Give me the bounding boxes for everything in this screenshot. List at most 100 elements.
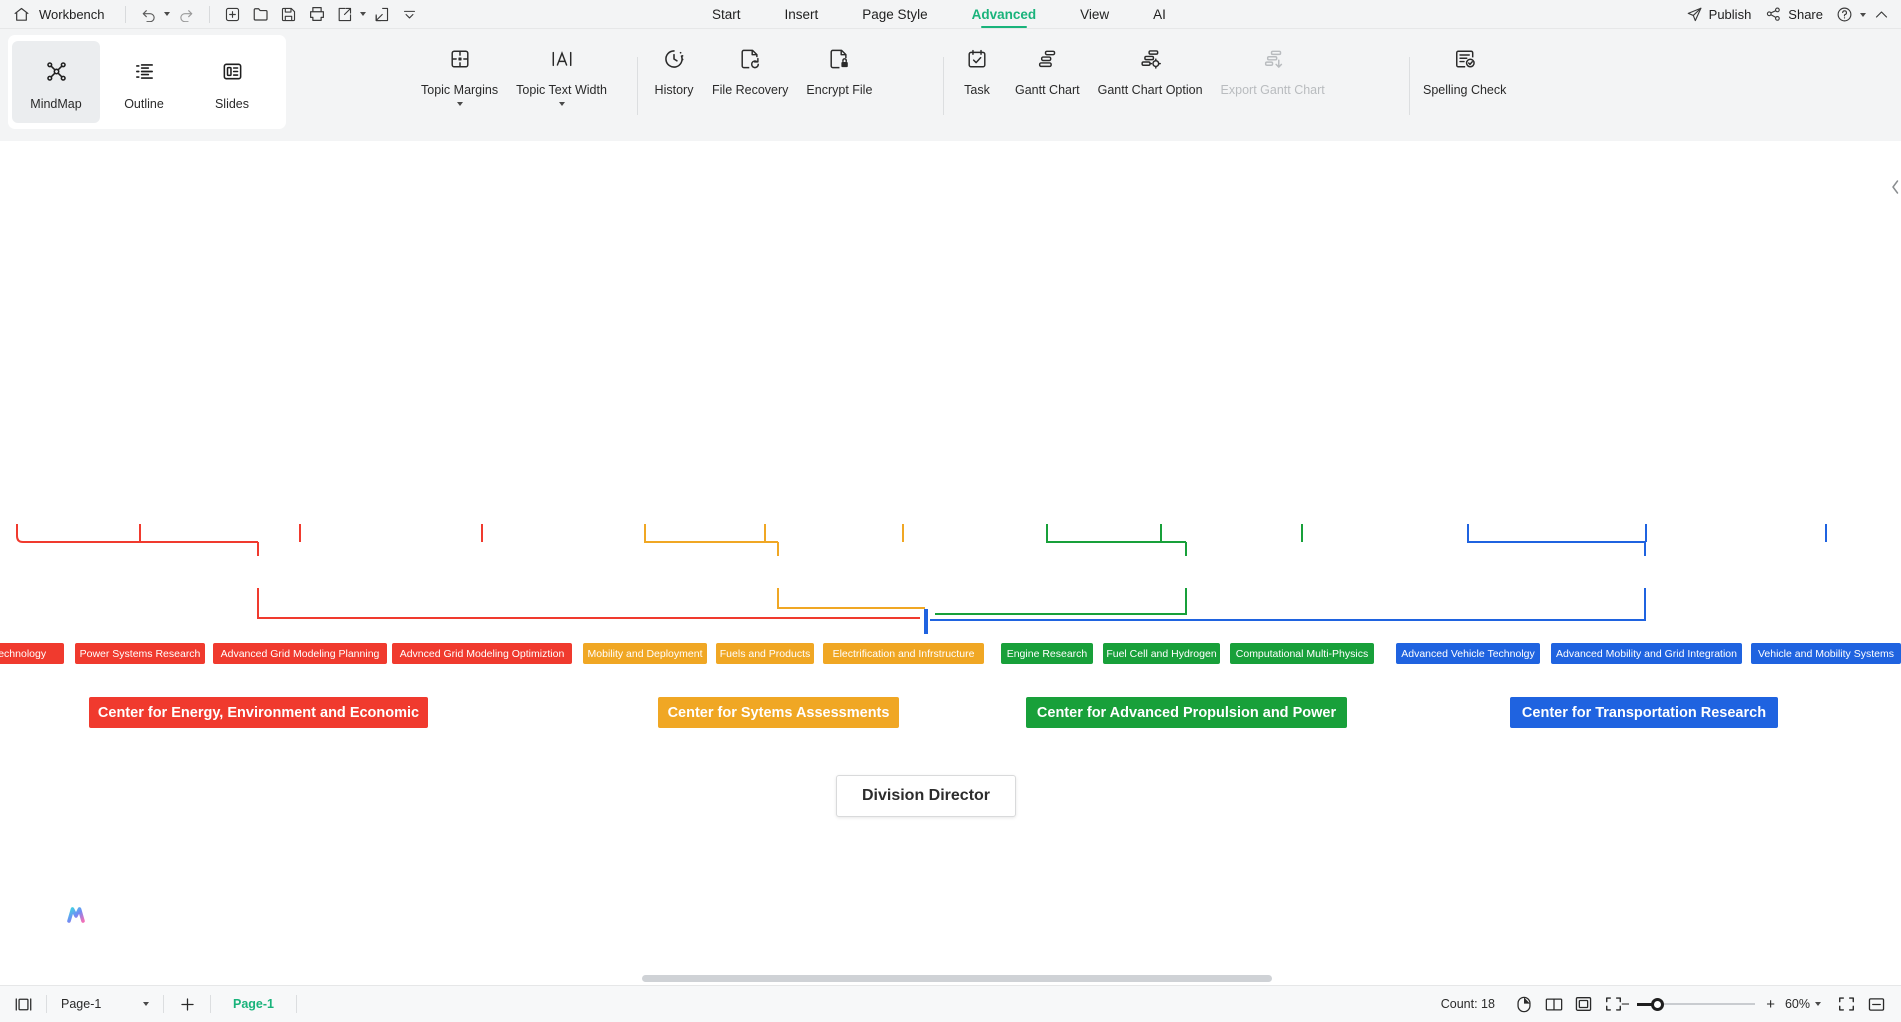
publish-button[interactable]: Publish	[1679, 3, 1759, 27]
mindmap-connectors	[16, 524, 1827, 634]
node-count-label: Count: 18	[1440, 997, 1495, 1011]
view-mode-mindmap[interactable]: MindMap	[12, 41, 100, 123]
leaf-node[interactable]: Computational Multi-Physics	[1230, 643, 1374, 664]
workbench-label[interactable]: Workbench	[39, 7, 105, 22]
divider	[210, 995, 211, 1013]
fit-to-screen-icon[interactable]	[1569, 989, 1599, 1019]
branch-node-transportation-research[interactable]: Center for Transportation Research	[1510, 697, 1778, 728]
menu-tab-start[interactable]: Start	[690, 0, 763, 29]
view-mode-slides[interactable]: Slides	[188, 41, 276, 123]
branch-node-systems-assessments[interactable]: Center for Sytems Assessments	[658, 697, 899, 728]
fullscreen-icon[interactable]	[1831, 989, 1861, 1019]
menu-tab-ai[interactable]: AI	[1131, 0, 1188, 29]
mouse-mode-icon[interactable]	[1509, 989, 1539, 1019]
divider	[46, 995, 47, 1013]
add-page-icon[interactable]	[172, 989, 202, 1019]
menu-tab-insert[interactable]: Insert	[763, 0, 841, 29]
toggle-sidebar-icon[interactable]	[8, 989, 38, 1019]
new-file-icon[interactable]	[221, 1, 245, 27]
outline-icon	[133, 54, 156, 90]
undo-dropdown-caret-icon[interactable]	[163, 1, 172, 27]
menu-tab-page-style[interactable]: Page Style	[840, 0, 949, 29]
mindmap-canvas[interactable]: l Technology Power Systems Research Adva…	[0, 141, 1901, 985]
leaf-node[interactable]: Advnced Grid Modeling Optimiztion	[392, 643, 572, 664]
spelling-check-button[interactable]: Spelling Check	[1414, 35, 1515, 97]
help-icon[interactable]	[1832, 2, 1856, 28]
export-share-icon[interactable]	[333, 1, 357, 27]
history-button[interactable]: History	[645, 35, 703, 97]
zoom-out-icon[interactable]: −	[1621, 996, 1630, 1013]
view-mode-outline[interactable]: Outline	[100, 41, 188, 123]
file-tools-group: History File Recovery Encrypt File	[645, 35, 881, 135]
gantt-chart-option-label: Gantt Chart Option	[1097, 83, 1203, 97]
leaf-node[interactable]: Vehicle and Mobility Systems	[1751, 643, 1901, 664]
zoom-dropdown-caret-icon[interactable]	[1815, 1002, 1821, 1006]
home-icon[interactable]	[8, 1, 34, 27]
topic-margins-label: Topic Margins	[421, 83, 499, 97]
menu-tab-view[interactable]: View	[1058, 0, 1131, 29]
history-icon	[663, 43, 685, 75]
open-folder-icon[interactable]	[249, 1, 273, 27]
task-icon	[966, 43, 988, 75]
save-icon[interactable]	[277, 1, 301, 27]
divider	[637, 57, 638, 115]
leaf-node[interactable]: Fuels and Products	[716, 643, 814, 664]
zoom-in-icon[interactable]: +	[1766, 996, 1775, 1013]
task-button[interactable]: Task	[948, 35, 1006, 97]
leaf-node[interactable]: l Technology	[0, 643, 64, 664]
import-icon[interactable]	[370, 1, 394, 27]
gantt-chart-option-button[interactable]: Gantt Chart Option	[1089, 35, 1212, 97]
zoom-slider-knob[interactable]	[1650, 997, 1664, 1011]
view-mode-group: MindMap Outline Slides	[8, 35, 286, 129]
leaf-node[interactable]: Electrification and Infrstructure	[823, 643, 984, 664]
help-dropdown-caret-icon[interactable]	[1858, 2, 1867, 28]
encrypt-file-label: Encrypt File	[806, 83, 873, 97]
root-node-division-director[interactable]: Division Director	[836, 775, 1016, 817]
minimize-panel-icon[interactable]	[1861, 989, 1891, 1019]
export-dropdown-caret-icon[interactable]	[359, 1, 368, 27]
horizontal-scrollbar-thumb[interactable]	[642, 975, 1272, 982]
leaf-node[interactable]: Advanced Mobility and Grid Integration	[1551, 643, 1742, 664]
share-label: Share	[1788, 7, 1823, 22]
leaf-node[interactable]: Engine Research	[1001, 643, 1093, 664]
collapse-ribbon-icon[interactable]	[1869, 2, 1893, 28]
top-bar: Workbench Start Insert Page Style Advanc…	[0, 0, 1901, 29]
spelling-group: Spelling Check	[1414, 35, 1515, 135]
page-view-icon[interactable]	[1539, 989, 1569, 1019]
branch-node-energy-environment-economic[interactable]: Center for Energy, Environment and Econo…	[89, 697, 428, 728]
topic-margins-caret-icon[interactable]	[456, 102, 463, 106]
page-tab-page-1[interactable]: Page-1	[219, 997, 288, 1011]
view-mode-outline-label: Outline	[124, 96, 164, 111]
zoom-level-label[interactable]: 60%	[1785, 997, 1810, 1011]
gantt-chart-label: Gantt Chart	[1015, 83, 1080, 97]
ribbon-toolbar: MindMap Outline Slides Topic Margins Top…	[0, 29, 1901, 141]
leaf-node[interactable]: Advanced Grid Modeling Planning	[213, 643, 387, 664]
leaf-node[interactable]: Fuel Cell and Hydrogen	[1103, 643, 1220, 664]
file-recovery-button[interactable]: File Recovery	[703, 35, 797, 97]
leaf-node[interactable]: Advanced Vehicle Technolgy	[1396, 643, 1540, 664]
horizontal-scrollbar[interactable]	[0, 973, 1901, 985]
page-selector-dropdown[interactable]: Page-1	[55, 991, 155, 1017]
branch-node-advanced-propulsion-power[interactable]: Center for Advanced Propulsion and Power	[1026, 697, 1347, 728]
status-bar-right-group: Count: 18 − + 60%	[1441, 989, 1901, 1019]
leaf-node[interactable]: Mobility and Deployment	[583, 643, 707, 664]
redo-icon[interactable]	[174, 1, 198, 27]
gantt-chart-button[interactable]: Gantt Chart	[1006, 35, 1089, 97]
top-bar-left-group: Workbench	[0, 0, 424, 29]
chevron-down-icon	[143, 1002, 149, 1006]
divider	[163, 995, 164, 1013]
export-gantt-chart-button[interactable]: Export Gantt Chart	[1212, 35, 1334, 97]
more-options-icon[interactable]	[398, 1, 422, 27]
task-label: Task	[964, 83, 990, 97]
topic-margins-button[interactable]: Topic Margins	[412, 35, 507, 106]
undo-icon[interactable]	[137, 1, 161, 27]
encrypt-file-button[interactable]: Encrypt File	[797, 35, 881, 97]
zoom-slider[interactable]: − +	[1621, 995, 1775, 1013]
leaf-node[interactable]: Power Systems Research	[75, 643, 205, 664]
share-button[interactable]: Share	[1758, 3, 1830, 27]
topic-text-width-button[interactable]: Topic Text Width	[507, 35, 616, 106]
topic-text-width-caret-icon[interactable]	[558, 102, 565, 106]
print-icon[interactable]	[305, 1, 329, 27]
status-bar: Page-1 Page-1 Count: 18 − + 60%	[0, 985, 1901, 1022]
menu-tab-advanced[interactable]: Advanced	[950, 0, 1059, 29]
